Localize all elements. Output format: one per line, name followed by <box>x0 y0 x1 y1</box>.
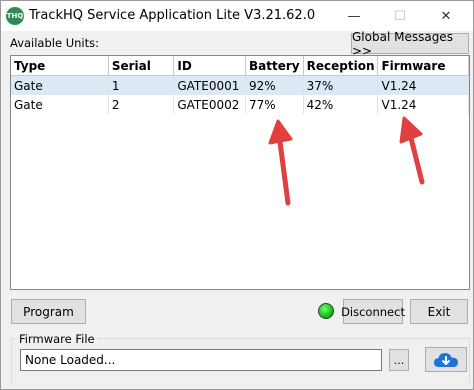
cell-battery: 92% <box>245 75 304 95</box>
cell-firmware: V1.24 <box>377 95 469 114</box>
column-header-type[interactable]: Type <box>11 56 109 76</box>
cell-serial: 2 <box>108 95 175 114</box>
column-header-battery[interactable]: Battery <box>245 56 304 76</box>
cloud-download-button[interactable] <box>425 347 467 372</box>
browse-button[interactable]: ... <box>389 349 409 371</box>
cell-reception: 42% <box>303 95 379 114</box>
trackhq-app-icon: THQ <box>6 7 24 25</box>
table-row[interactable]: Gate 2 GATE0002 77% 42% V1.24 <box>11 95 469 114</box>
firmware-file-label: Firmware File <box>17 332 97 346</box>
units-table: Type Serial ID Battery Reception Firmwar… <box>11 56 469 114</box>
cell-id: GATE0002 <box>173 95 247 114</box>
cell-reception: 37% <box>303 75 379 95</box>
column-header-reception[interactable]: Reception <box>303 56 379 76</box>
available-units-label: Available Units: <box>10 36 99 50</box>
column-header-id[interactable]: ID <box>173 56 247 76</box>
cell-serial: 1 <box>108 75 175 95</box>
cell-type: Gate <box>11 95 109 114</box>
title-bar: THQ TrackHQ Service Application Lite V3.… <box>1 1 473 31</box>
close-button[interactable]: ✕ <box>423 1 469 31</box>
cell-id: GATE0001 <box>173 75 247 95</box>
table-row[interactable]: Gate 1 GATE0001 92% 37% V1.24 <box>11 75 469 95</box>
units-table-container[interactable]: Type Serial ID Battery Reception Firmwar… <box>10 55 470 290</box>
program-button[interactable]: Program <box>11 299 86 324</box>
minimize-button[interactable]: — <box>331 1 377 31</box>
firmware-file-field[interactable] <box>20 349 382 371</box>
app-window: THQ TrackHQ Service Application Lite V3.… <box>0 0 474 390</box>
table-header-row: Type Serial ID Battery Reception Firmwar… <box>11 56 469 76</box>
cell-firmware: V1.24 <box>377 75 469 95</box>
column-header-serial[interactable]: Serial <box>108 56 175 76</box>
cloud-download-icon <box>434 352 458 367</box>
global-messages-button[interactable]: Global Messages >> <box>351 30 469 58</box>
disconnect-button[interactable]: Disconnect <box>341 299 405 324</box>
column-header-firmware[interactable]: Firmware <box>377 56 469 76</box>
connection-status-indicator <box>318 303 334 319</box>
maximize-button[interactable]: ☐ <box>377 1 423 31</box>
cell-type: Gate <box>11 75 109 95</box>
window-title: TrackHQ Service Application Lite V3.21.6… <box>29 8 316 23</box>
cell-battery: 77% <box>245 95 304 114</box>
exit-button[interactable]: Exit <box>410 299 468 324</box>
